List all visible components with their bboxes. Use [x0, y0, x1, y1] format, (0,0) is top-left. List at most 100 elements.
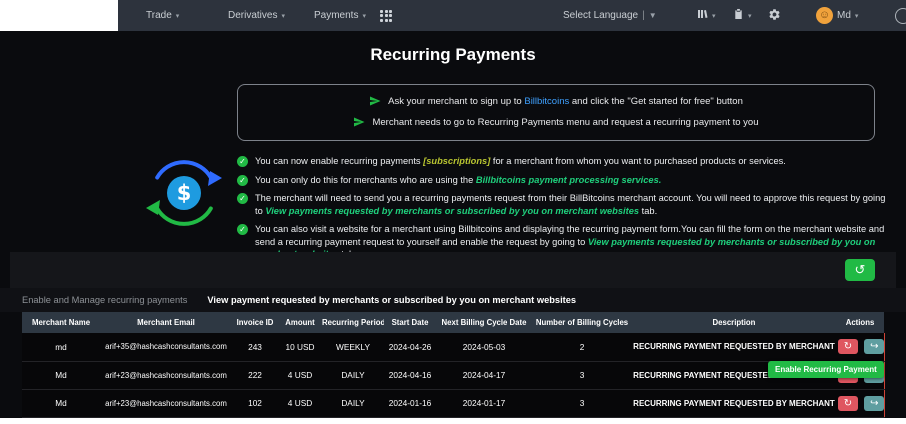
cell-next-billing-date: 2024-04-17: [436, 361, 532, 390]
refresh-button[interactable]: ↺: [845, 259, 875, 281]
text-segment: You can now enable recurring payments: [255, 156, 424, 166]
nav-menu-trade[interactable]: Trade ▾: [146, 0, 179, 31]
check-circle-icon: ✓: [237, 174, 248, 186]
enable-recurring-button[interactable]: ↪: [864, 395, 883, 411]
cell-recurring-period: DAILY: [322, 361, 384, 390]
instruction-line: Ask your merchant to sign up to Billbitc…: [238, 95, 874, 107]
view-payments-link[interactable]: View payments requested by merchants or …: [265, 206, 639, 216]
chevron-down-icon: ▾: [362, 12, 366, 20]
cell-invoice-id: 243: [232, 333, 278, 362]
cell-amount: 4 USD: [278, 389, 322, 418]
apps-grid-icon: [380, 9, 392, 22]
text-segment: Merchant needs to go to Recurring Paymen…: [372, 116, 759, 128]
enable-recurring-button[interactable]: ↪: [864, 339, 883, 355]
app-window: Trade ▾ Derivatives ▾ Payments ▾ Select …: [0, 0, 906, 424]
clipboard-menu-button[interactable]: ▾: [733, 0, 752, 31]
bullet-text: You can only do this for merchants who a…: [255, 174, 661, 187]
cell-start-date: 2024-04-26: [384, 333, 436, 362]
main-content: Recurring Payments Ask your merchant to …: [0, 31, 906, 418]
clipboard-icon: [733, 8, 744, 23]
apps-grid-button[interactable]: [380, 0, 392, 31]
feature-bullets: ✓ You can now enable recurring payments …: [237, 155, 887, 267]
table-toolbar: [10, 252, 896, 288]
text-segment: You can only do this for merchants who a…: [255, 174, 476, 185]
logo-placeholder: [0, 0, 118, 31]
column-header: Invoice ID: [232, 312, 278, 333]
language-label: Select Language: [563, 10, 639, 21]
cell-invoice-id: 102: [232, 389, 278, 418]
cell-actions: ↻ ↪: [836, 389, 885, 418]
page-title: Recurring Payments: [370, 45, 536, 64]
instruction-text: Merchant needs to go to Recurring Paymen…: [372, 117, 758, 128]
disable-recurring-button[interactable]: ↻: [838, 339, 858, 355]
tab-view-requested[interactable]: View payment requested by merchants or s…: [207, 295, 576, 305]
chevron-down-icon: ▾: [175, 12, 180, 20]
cell-actions: ↻ ↪: [836, 333, 885, 362]
cell-description: RECURRING PAYMENT REQUESTED BY MERCHANT: [632, 389, 836, 418]
nav-menu-payments[interactable]: Payments ▾: [314, 0, 366, 31]
cell-merchant-name: Md: [22, 361, 100, 390]
bullet-item: ✓ You can only do this for merchants who…: [237, 174, 887, 187]
user-menu[interactable]: ☺ Md ▾: [816, 0, 858, 31]
cell-merchant-name: md: [22, 333, 100, 362]
avatar: ☺: [816, 7, 833, 24]
recurring-payments-table: Merchant Name Merchant Email Invoice ID …: [22, 312, 885, 418]
cell-merchant-email: arif+35@hashcashconsultants.com: [100, 333, 232, 362]
disable-recurring-button[interactable]: ↻: [838, 395, 858, 411]
language-selector[interactable]: Select Language | ▼: [563, 0, 657, 31]
instruction-line: Merchant needs to go to Recurring Paymen…: [238, 116, 874, 128]
recurring-payments-table-wrap: Merchant Name Merchant Email Invoice ID …: [22, 312, 885, 418]
recurring-dollar-icon: $: [138, 147, 230, 244]
check-circle-icon: ✓: [237, 193, 248, 205]
user-label: Md: [837, 10, 851, 21]
cell-merchant-email: arif+23@hashcashconsultants.com: [100, 361, 232, 390]
help-button[interactable]: [895, 0, 906, 31]
column-header: Merchant Name: [22, 312, 100, 333]
cell-start-date: 2024-01-16: [384, 389, 436, 418]
cell-recurring-period: WEEKLY: [322, 333, 384, 362]
forward-arrow-icon: ↪: [870, 341, 879, 353]
books-menu-button[interactable]: ▾: [696, 0, 716, 31]
cell-merchant-name: Md: [22, 389, 100, 418]
help-circle-icon: [895, 7, 906, 24]
chevron-down-icon: ▾: [748, 12, 752, 20]
check-circle-icon: ✓: [237, 156, 248, 167]
settings-button[interactable]: [768, 0, 781, 31]
column-header: Actions: [836, 312, 884, 333]
tab-strip: Enable and Manage recurring payments Vie…: [0, 288, 906, 312]
cell-recurring-period: DAILY: [322, 389, 384, 418]
send-icon: [369, 95, 381, 107]
text-segment: Billbitcoins payment processing services…: [475, 174, 662, 185]
billbitcoins-link[interactable]: Billbitcoins: [524, 96, 569, 107]
tab-enable-manage[interactable]: Enable and Manage recurring payments: [22, 295, 187, 305]
text-segment: [subscriptions]: [423, 156, 491, 166]
chevron-down-icon: ▾: [281, 12, 285, 20]
top-navbar: Trade ▾ Derivatives ▾ Payments ▾ Select …: [0, 0, 906, 31]
refresh-icon: ↻: [843, 397, 853, 409]
column-header: Number of Billing Cycles: [532, 312, 632, 333]
chevron-down-icon: ▾: [854, 12, 859, 20]
send-icon: [353, 116, 365, 128]
text-segment: tab.: [639, 205, 658, 216]
cell-billing-cycles: 3: [532, 389, 632, 418]
column-header: Start Date: [384, 312, 436, 333]
table-row: Md arif+23@hashcashconsultants.com 102 4…: [22, 389, 885, 418]
gear-icon: [768, 8, 781, 24]
nav-menu-derivatives[interactable]: Derivatives ▾: [228, 0, 285, 31]
history-icon: ↺: [854, 262, 866, 277]
table-row: md arif+35@hashcashconsultants.com 243 1…: [22, 333, 885, 362]
cell-merchant-email: arif+23@hashcashconsultants.com: [100, 389, 232, 418]
forward-arrow-icon: ↪: [870, 397, 879, 409]
instructions-box: Ask your merchant to sign up to Billbitc…: [237, 84, 875, 141]
cell-billing-cycles: 3: [532, 361, 632, 390]
table-header-row: Merchant Name Merchant Email Invoice ID …: [22, 312, 884, 333]
check-circle-icon: ✓: [237, 224, 248, 236]
bullet-text: The merchant will need to send you a rec…: [255, 192, 887, 217]
bullet-item: ✓ You can now enable recurring payments …: [237, 155, 887, 168]
svg-text:$: $: [177, 181, 192, 205]
instruction-text: Ask your merchant to sign up to Billbitc…: [388, 96, 743, 107]
cell-start-date: 2024-04-16: [384, 361, 436, 390]
chevron-down-icon: ▼: [648, 11, 657, 20]
column-header: Amount: [278, 312, 322, 333]
divider: |: [642, 10, 645, 21]
